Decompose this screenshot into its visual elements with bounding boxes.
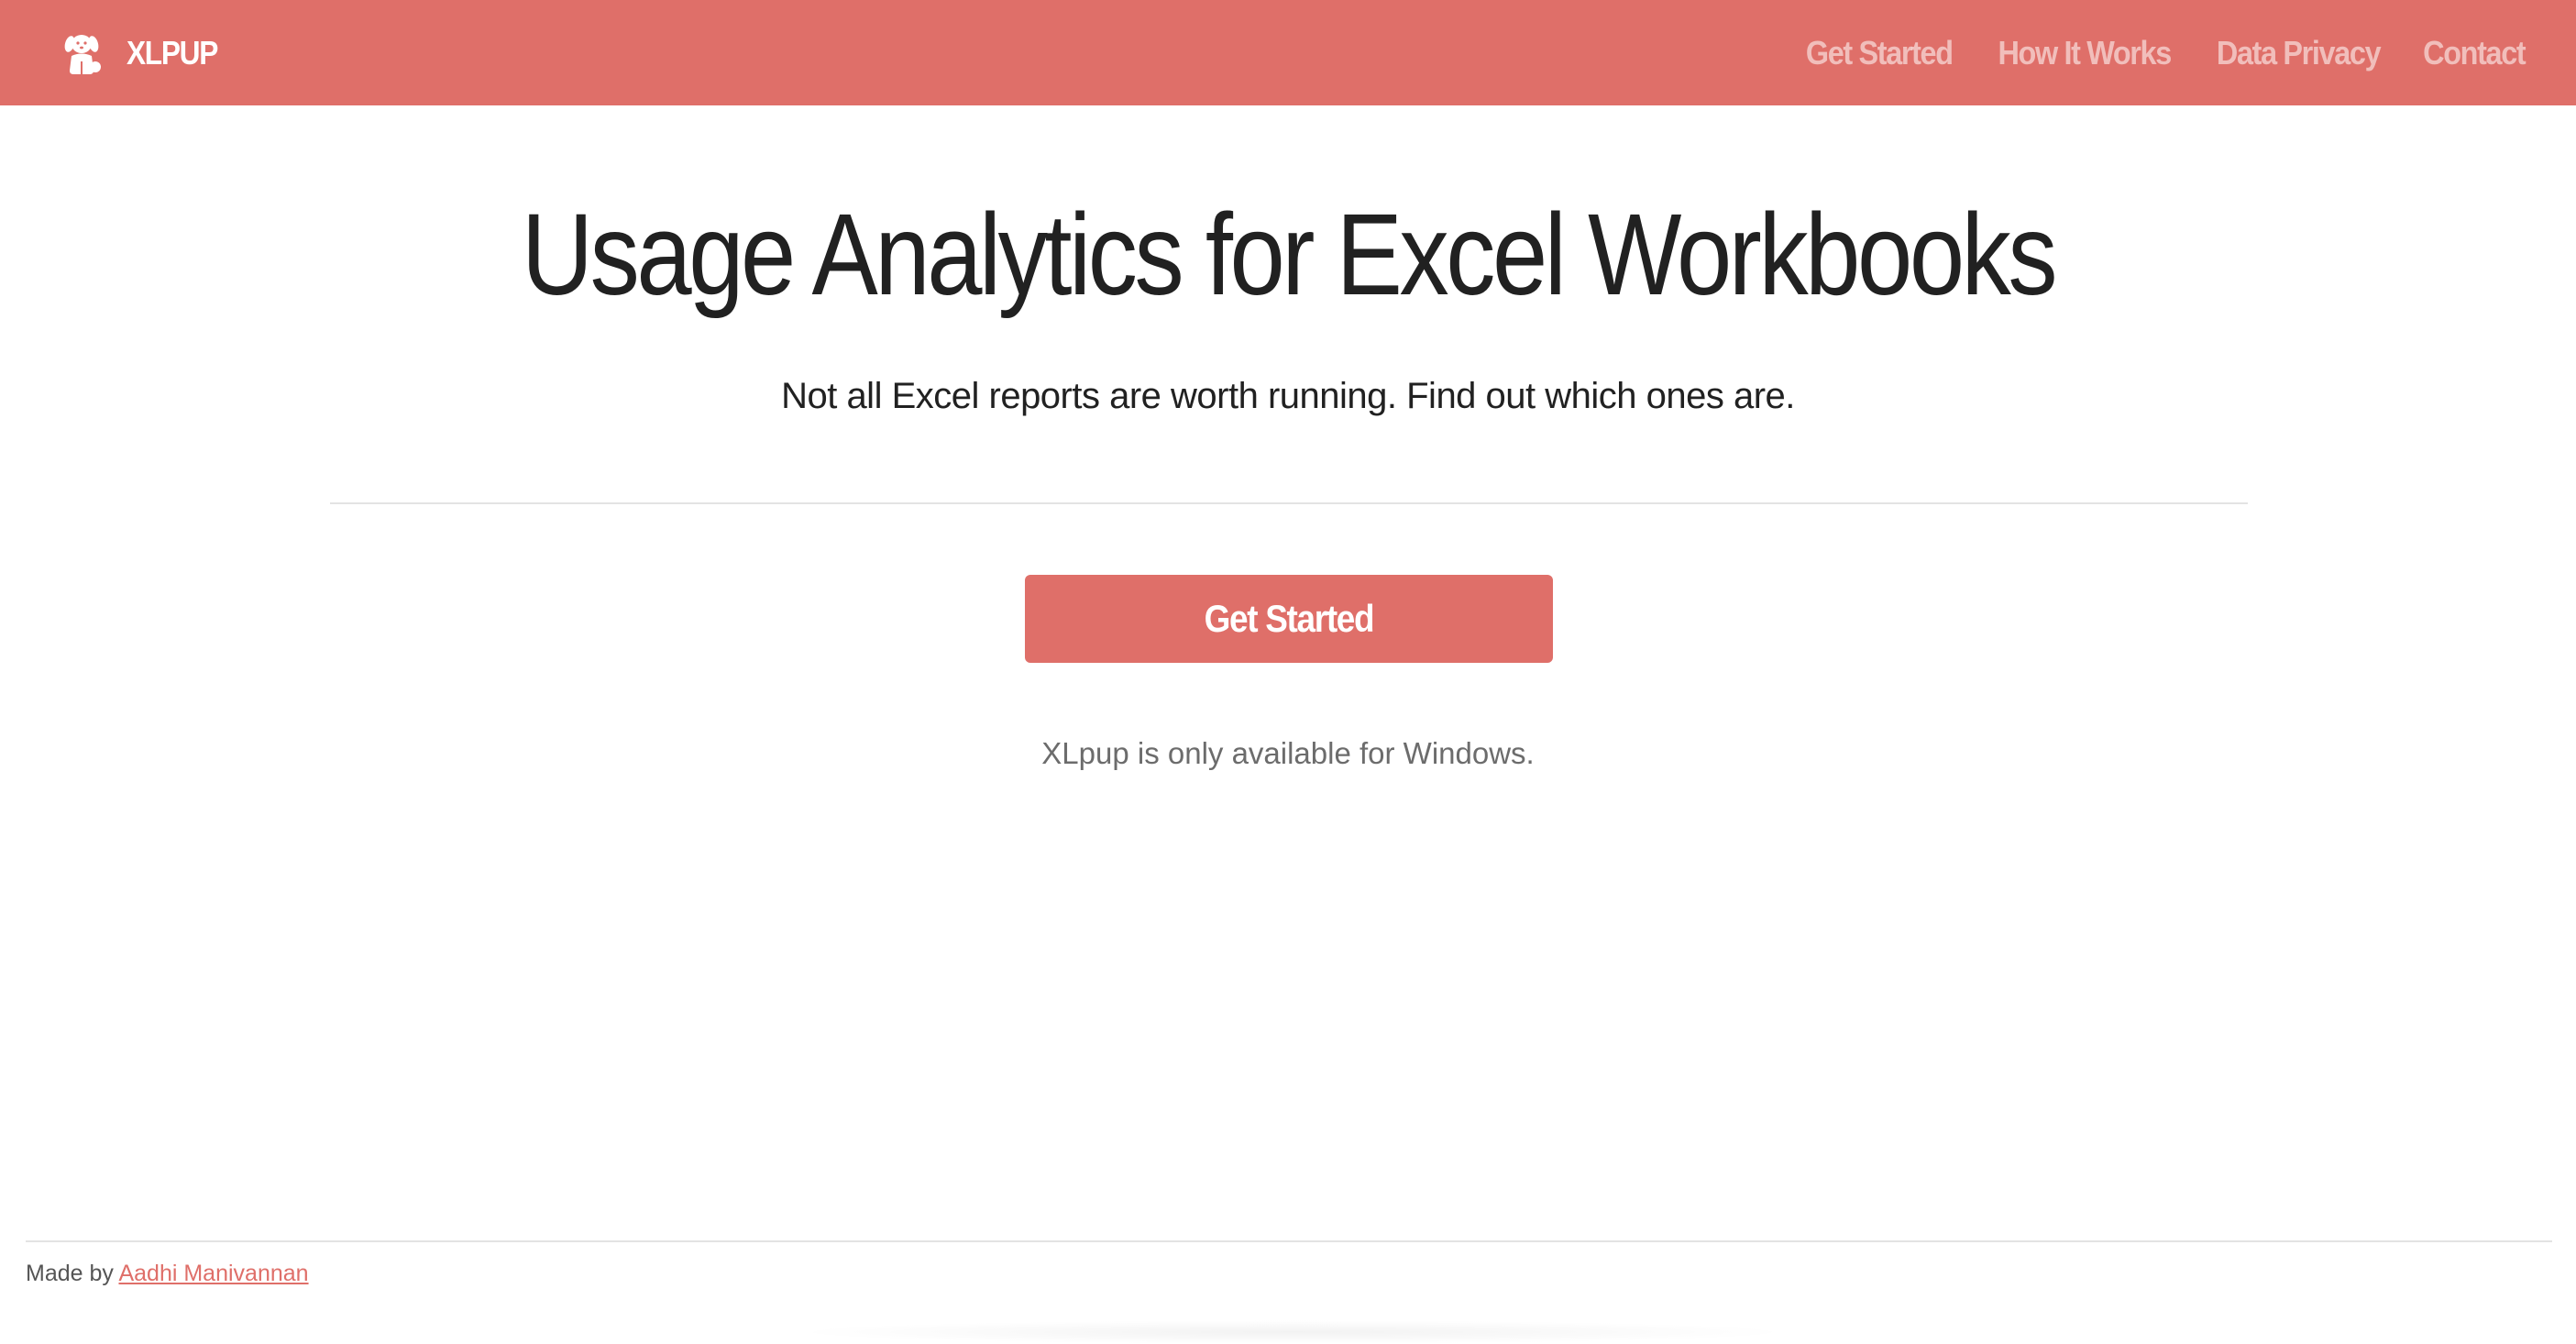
brand-name: XLPUP — [127, 33, 218, 72]
page-title: Usage Analytics for Excel Workbooks — [521, 190, 2058, 319]
nav-links: Get Started How It Works Data Privacy Co… — [1798, 34, 2530, 72]
nav-link-how-it-works[interactable]: How It Works — [1998, 34, 2172, 72]
footer-divider — [26, 1240, 2552, 1242]
hero-divider — [330, 502, 2248, 504]
footer: Made by Aadhi Manivannan — [26, 1261, 309, 1287]
nav-link-get-started[interactable]: Get Started — [1806, 34, 1954, 72]
bottom-shadow — [788, 1320, 1797, 1344]
nav-link-contact[interactable]: Contact — [2423, 34, 2526, 72]
puppy-icon — [64, 34, 101, 74]
footer-made-by: Made by — [26, 1261, 114, 1286]
top-navbar: XLPUP Get Started How It Works Data Priv… — [0, 0, 2576, 105]
brand-link[interactable]: XLPUP — [57, 28, 230, 78]
availability-note: XLpup is only available for Windows. — [1041, 736, 1535, 770]
get-started-button-label: Get Started — [1204, 597, 1375, 640]
hero-subtitle: Not all Excel reports are worth running.… — [781, 376, 1795, 416]
nav-link-data-privacy[interactable]: Data Privacy — [2217, 34, 2382, 72]
author-link[interactable]: Aadhi Manivannan — [118, 1261, 308, 1286]
get-started-button[interactable]: Get Started — [1025, 575, 1553, 663]
